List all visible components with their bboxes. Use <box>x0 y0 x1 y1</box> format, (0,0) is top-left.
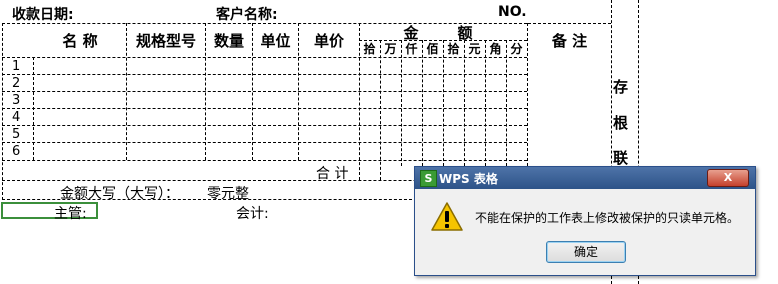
ok-button[interactable]: 确定 <box>546 241 626 263</box>
amount-in-words-label: 金额大写（大写）： <box>60 186 179 202</box>
col-header-qty: 数量 <box>213 32 244 50</box>
col-header-amount-1: 金 <box>403 24 419 42</box>
col-header-amount-2: 额 <box>457 24 473 42</box>
wps-alert-dialog: S WPS 表格 X 不能在保护的工作表上修改被保护的只读单元格。 确定 <box>414 166 756 276</box>
digit-header: 角 <box>489 42 502 56</box>
col-header-note: 备 注 <box>551 32 588 50</box>
row-number: 2 <box>12 76 21 91</box>
dialog-message: 不能在保护的工作表上修改被保护的只读单元格。 <box>475 211 740 225</box>
digit-header: 分 <box>510 42 523 56</box>
total-label: 合 计 <box>316 166 349 182</box>
digit-header: 仟 <box>405 42 418 56</box>
row-number: 3 <box>12 93 21 108</box>
side-label: 存 <box>613 78 629 96</box>
row-number: 4 <box>12 110 21 125</box>
side-label: 根 <box>613 114 629 132</box>
close-button[interactable]: X <box>707 169 749 187</box>
customer-name-label: 客户名称: <box>216 7 278 23</box>
digit-header: 佰 <box>426 42 439 56</box>
digit-header: 拾 <box>363 42 376 56</box>
warning-icon <box>431 202 463 236</box>
received-date-label: 收款日期: <box>12 7 74 23</box>
col-header-name: 名 称 <box>62 32 98 50</box>
col-header-price: 单价 <box>313 32 344 50</box>
accountant-label: 会计: <box>236 206 269 222</box>
side-label: 联 <box>613 149 629 167</box>
row-number: 6 <box>12 144 21 159</box>
dialog-title: WPS 表格 <box>439 172 498 186</box>
dialog-titlebar[interactable]: S WPS 表格 X <box>415 167 755 189</box>
col-header-unit: 单位 <box>260 32 291 50</box>
digit-header: 元 <box>468 42 481 56</box>
digit-header: 万 <box>384 42 397 56</box>
col-header-spec: 规格型号 <box>135 32 196 50</box>
row-number: 1 <box>12 59 21 74</box>
amount-in-words-value: 零元整 <box>207 186 249 202</box>
supervisor-label: 主管: <box>54 206 87 222</box>
row-number: 5 <box>12 127 21 142</box>
wps-logo-icon: S <box>420 170 437 187</box>
digit-header: 拾 <box>447 42 460 56</box>
receipt-number-label: NO. <box>498 4 527 20</box>
